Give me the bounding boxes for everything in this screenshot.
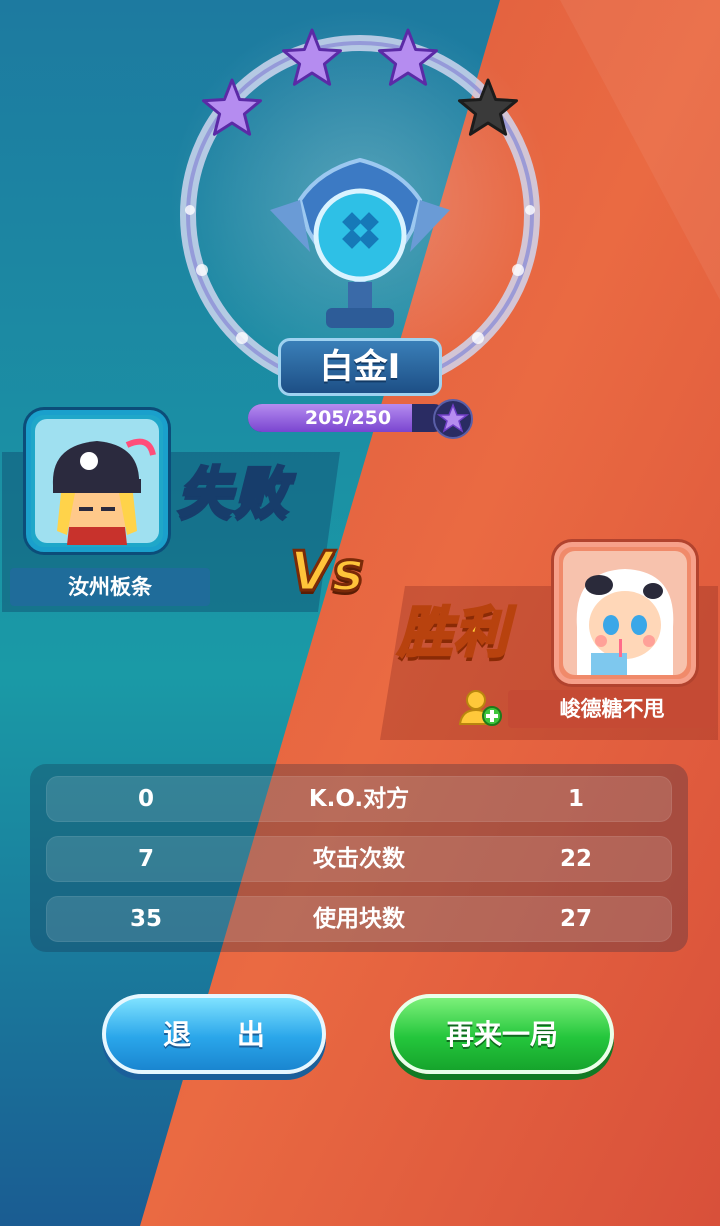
platinum-trophy-icon [270,157,450,328]
stat-right-value: 1 [567,786,584,812]
stat-row: 7 攻击次数 22 [46,836,672,882]
stat-left-value: 35 [129,906,162,932]
stat-left-value: 0 [137,786,154,812]
left-player-name: 汝州板条 [10,568,210,606]
rank-progress-bar: 205/250 [248,404,448,432]
left-result-text: 失败 [177,460,290,526]
add-friend-icon[interactable] [456,688,504,728]
right-player-avatar[interactable] [554,542,696,684]
play-again-button[interactable]: 再来一局 [390,994,614,1074]
stat-label: 使用块数 [313,906,405,932]
stat-label: 攻击次数 [313,846,405,872]
cow-avatar-icon [563,551,687,675]
rank-progress-text: 205/250 [304,407,392,429]
exit-button[interactable]: 退 出 [102,994,326,1074]
left-player-avatar[interactable] [26,410,168,552]
stat-label: K.O.对方 [308,786,410,812]
stat-left-value: 7 [137,846,154,872]
right-result-text: 胜利 [397,600,510,666]
star-icon [433,399,473,439]
stat-row: 35 使用块数 27 [46,896,672,942]
stat-right-value: 27 [559,906,592,932]
vs-label: Vs [289,539,366,605]
rank-title: 白金I [278,338,442,396]
stat-row: 0 K.O.对方 1 [46,776,672,822]
pirate-avatar-icon [35,419,159,545]
right-player-name: 峻德糖不甩 [508,690,716,728]
match-stats-panel: 0 K.O.对方 1 7 攻击次数 22 35 使用块数 27 [30,764,688,952]
stat-right-value: 22 [559,846,592,872]
